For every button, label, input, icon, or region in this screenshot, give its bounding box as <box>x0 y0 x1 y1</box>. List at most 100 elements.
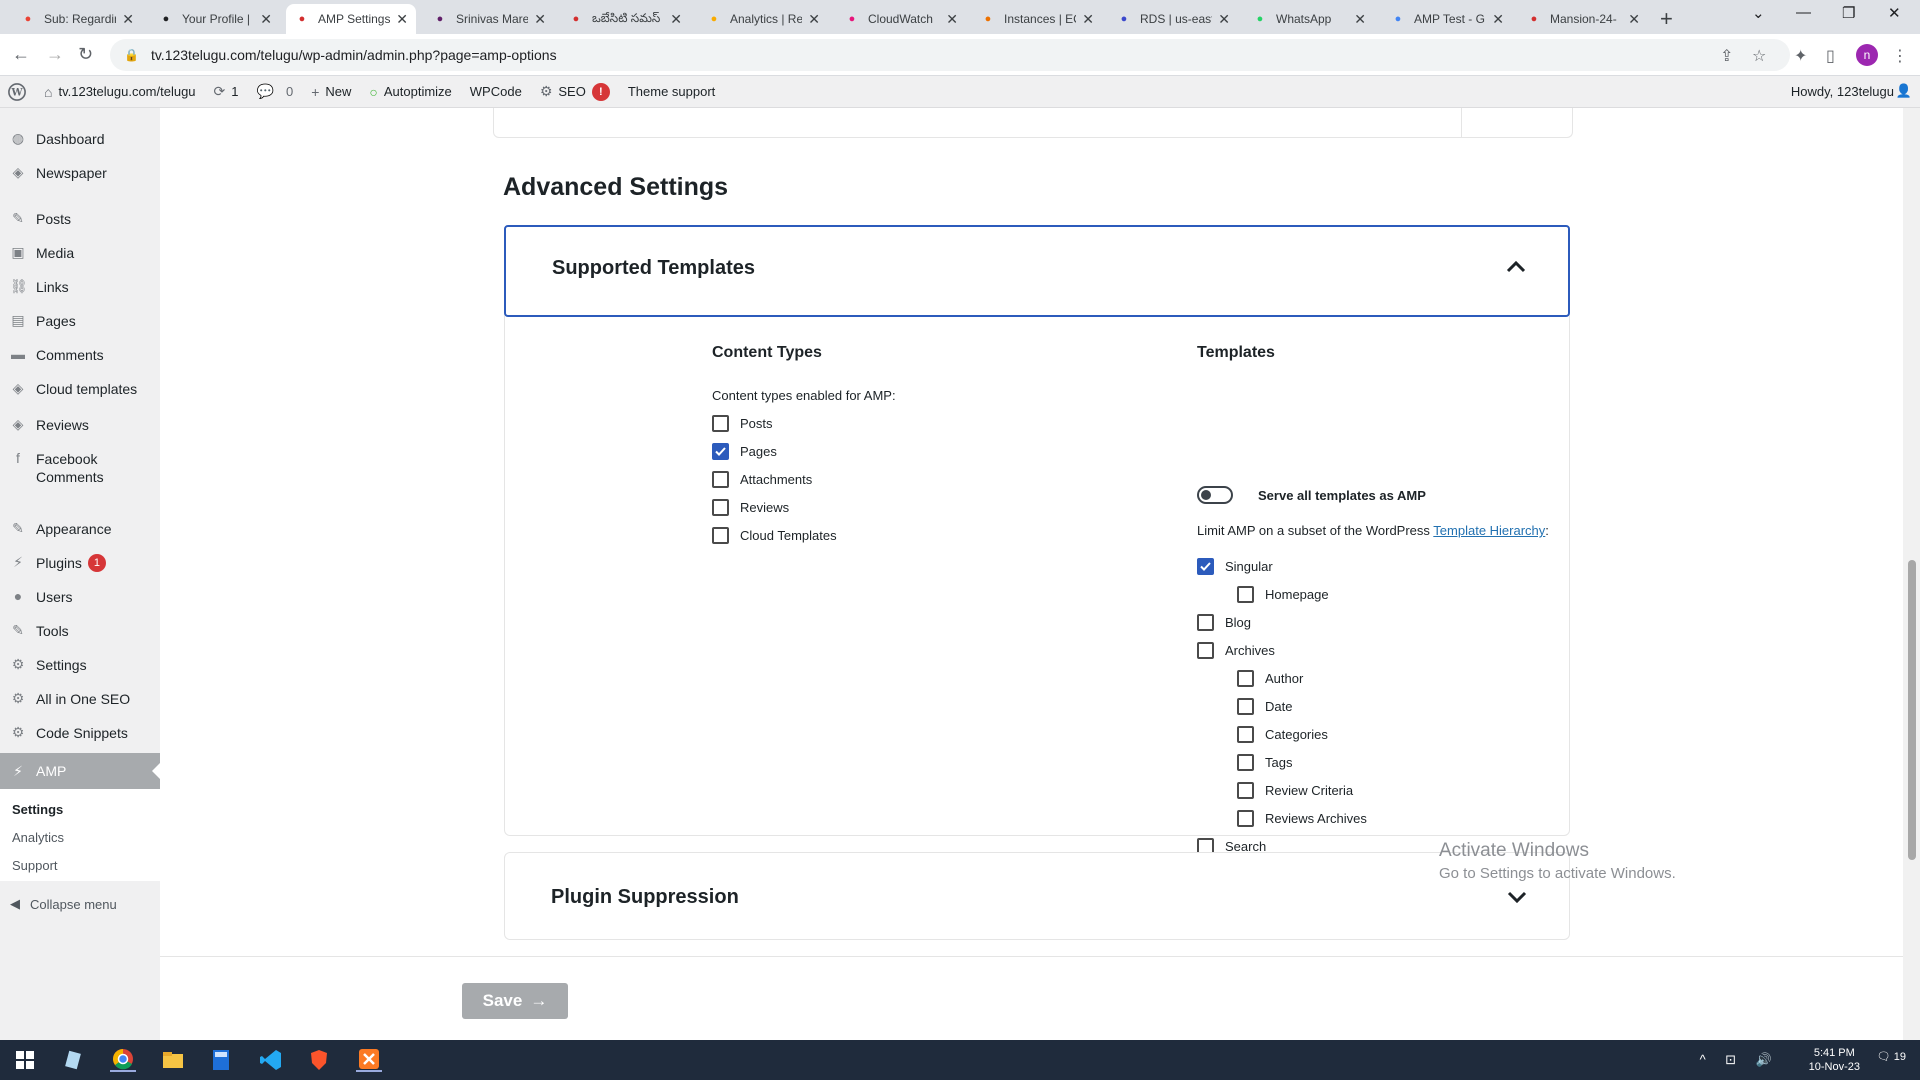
adminbar-site[interactable]: ⌂ tv.123telugu.com/telugu <box>44 84 196 100</box>
browser-menu-icon[interactable]: ⋮ <box>1892 46 1908 66</box>
sidebar-item-reviews[interactable]: ◈ Reviews <box>0 416 160 434</box>
checkbox-posts[interactable]: Posts <box>712 415 773 432</box>
clock[interactable]: 5:41 PM 10-Nov-23 <box>1809 1046 1860 1074</box>
close-tab-icon[interactable]: ✕ <box>534 11 546 28</box>
checkbox-unchecked-icon[interactable] <box>1197 614 1214 631</box>
close-tab-icon[interactable]: ✕ <box>260 11 272 28</box>
user-icon[interactable]: 👤 <box>1896 83 1912 99</box>
browser-tab[interactable]: ● Sub: Regarding ✕ <box>12 4 142 34</box>
checkbox-archives[interactable]: Archives <box>1197 642 1275 659</box>
adminbar-autoptimize[interactable]: ○ Autoptimize <box>369 84 451 100</box>
serve-all-toggle[interactable] <box>1197 486 1233 504</box>
close-window-button[interactable]: ✕ <box>1888 4 1901 22</box>
adminbar-howdy[interactable]: Howdy, 123telugu <box>1791 84 1894 99</box>
new-tab-button[interactable]: + <box>1660 6 1673 32</box>
checkbox-unchecked-icon[interactable] <box>1237 810 1254 827</box>
collapse-menu[interactable]: ◀ Collapse menu <box>10 896 117 912</box>
sidebar-item-comments[interactable]: ▬ Comments <box>0 346 160 364</box>
back-icon[interactable]: ← <box>12 44 30 65</box>
adminbar-updates[interactable]: ⟳ 1 <box>214 83 239 100</box>
supported-templates-header[interactable]: Supported Templates <box>504 225 1570 317</box>
browser-tab[interactable]: ● Analytics | Re ✕ <box>698 4 828 34</box>
browser-tab[interactable]: ● Your Profile | ✕ <box>150 4 280 34</box>
sidebar-item-tools[interactable]: ✎ Tools <box>0 622 160 640</box>
vscode-app-icon[interactable] <box>258 1048 284 1072</box>
close-tab-icon[interactable]: ✕ <box>946 11 958 28</box>
side-panel-icon[interactable]: ▯ <box>1826 46 1835 66</box>
adminbar-seo[interactable]: ⚙ SEO! <box>540 82 610 101</box>
checkbox-unchecked-icon[interactable] <box>1237 754 1254 771</box>
submenu-analytics[interactable]: Analytics <box>12 830 64 845</box>
browser-tab[interactable]: ● Mansion-24- ✕ <box>1518 4 1648 34</box>
chevron-up-icon[interactable] <box>1506 261 1526 273</box>
plugin-suppression-panel[interactable]: Plugin Suppression <box>504 852 1570 940</box>
sidebar-item-links[interactable]: ⛓ Links <box>0 278 160 296</box>
sidebar-item-appearance[interactable]: ✎ Appearance <box>0 520 160 538</box>
sidebar-item-pages[interactable]: ▤ Pages <box>0 312 160 330</box>
submenu-support[interactable]: Support <box>12 858 58 873</box>
chevron-down-icon[interactable] <box>1507 891 1527 903</box>
close-tab-icon[interactable]: ✕ <box>1628 11 1640 28</box>
checkbox-author[interactable]: Author <box>1237 670 1303 687</box>
close-tab-icon[interactable]: ✕ <box>396 11 408 28</box>
checkbox-unchecked-icon[interactable] <box>1237 586 1254 603</box>
forward-icon[interactable]: → <box>46 44 64 65</box>
checkbox-review-criteria[interactable]: Review Criteria <box>1237 782 1353 799</box>
sidebar-item-settings[interactable]: ⚙ Settings <box>0 656 160 674</box>
adminbar-new[interactable]: + New <box>311 84 351 100</box>
adminbar-comments[interactable]: 💬 0 <box>257 83 294 100</box>
sidebar-item-all-in-one-seo[interactable]: ⚙ All in One SEO <box>0 690 160 708</box>
url-field[interactable]: 🔒 tv.123telugu.com/telugu/wp-admin/admin… <box>110 39 1790 71</box>
checkbox-tags[interactable]: Tags <box>1237 754 1292 771</box>
checkbox-unchecked-icon[interactable] <box>712 415 729 432</box>
sidebar-item-media[interactable]: ▣ Media <box>0 244 160 262</box>
browser-tab[interactable]: ● AMP Settings ✕ <box>286 4 416 34</box>
sidebar-item-facebook-comments[interactable]: f Facebook Comments <box>0 450 160 486</box>
sidebar-item-cloud-templates[interactable]: ◈ Cloud templates <box>0 380 160 398</box>
notification-icon[interactable]: 🗨 19 <box>1877 1050 1906 1063</box>
checkbox-reviews-archives[interactable]: Reviews Archives <box>1237 810 1367 827</box>
sidebar-item-amp[interactable]: ⚡ AMP <box>0 753 160 789</box>
system-tray-icons[interactable]: ^ ⊡ 🔊 <box>1700 1052 1780 1068</box>
chrome-app-icon[interactable] <box>110 1048 136 1072</box>
calculator-app-icon[interactable] <box>208 1048 234 1072</box>
tab-search-icon[interactable]: ⌄ <box>1752 4 1765 22</box>
profile-avatar[interactable]: n <box>1856 44 1878 66</box>
checkbox-unchecked-icon[interactable] <box>1237 698 1254 715</box>
checkbox-checked-icon[interactable] <box>1197 558 1214 575</box>
checkbox-unchecked-icon[interactable] <box>1197 642 1214 659</box>
extensions-icon[interactable]: ✦ <box>1794 46 1807 66</box>
sidebar-item-users[interactable]: ● Users <box>0 588 160 606</box>
page-scrollbar[interactable] <box>1903 108 1920 1040</box>
wp-logo-icon[interactable]: W <box>8 82 26 101</box>
sidebar-item-posts[interactable]: ✎ Posts <box>0 210 160 228</box>
adminbar-theme-support[interactable]: Theme support <box>628 84 715 99</box>
checkbox-pages[interactable]: Pages <box>712 443 777 460</box>
checkbox-blog[interactable]: Blog <box>1197 614 1251 631</box>
submenu-settings[interactable]: Settings <box>12 802 63 817</box>
browser-tab[interactable]: ● WhatsApp ✕ <box>1244 4 1374 34</box>
checkbox-unchecked-icon[interactable] <box>712 471 729 488</box>
browser-tab[interactable]: ● Srinivas Mare ✕ <box>424 4 554 34</box>
checkbox-singular[interactable]: Singular <box>1197 558 1273 575</box>
sidebar-item-dashboard[interactable]: ◍ Dashboard <box>0 130 160 148</box>
sidebar-item-plugins[interactable]: ⚡ Plugins 1 <box>0 554 160 572</box>
scrollbar-thumb[interactable] <box>1908 560 1916 860</box>
close-tab-icon[interactable]: ✕ <box>808 11 820 28</box>
restore-button[interactable]: ❐ <box>1842 4 1855 22</box>
checkbox-unchecked-icon[interactable] <box>1237 670 1254 687</box>
checkbox-unchecked-icon[interactable] <box>712 527 729 544</box>
close-tab-icon[interactable]: ✕ <box>1354 11 1366 28</box>
share-icon[interactable]: ⇪ <box>1720 46 1733 66</box>
browser-tab[interactable]: ● ఒబేసిటి సమస్ ✕ <box>560 4 690 34</box>
close-tab-icon[interactable]: ✕ <box>1082 11 1094 28</box>
browser-tab[interactable]: ● Instances | EC ✕ <box>972 4 1102 34</box>
checkbox-unchecked-icon[interactable] <box>1237 726 1254 743</box>
browser-tab[interactable]: ● AMP Test - G ✕ <box>1382 4 1512 34</box>
checkbox-date[interactable]: Date <box>1237 698 1292 715</box>
checkbox-reviews[interactable]: Reviews <box>712 499 789 516</box>
bookmark-star-icon[interactable]: ☆ <box>1752 46 1766 66</box>
brave-app-icon[interactable] <box>306 1048 332 1072</box>
browser-tab[interactable]: ● RDS | us-east ✕ <box>1108 4 1238 34</box>
xampp-app-icon[interactable] <box>356 1048 382 1072</box>
